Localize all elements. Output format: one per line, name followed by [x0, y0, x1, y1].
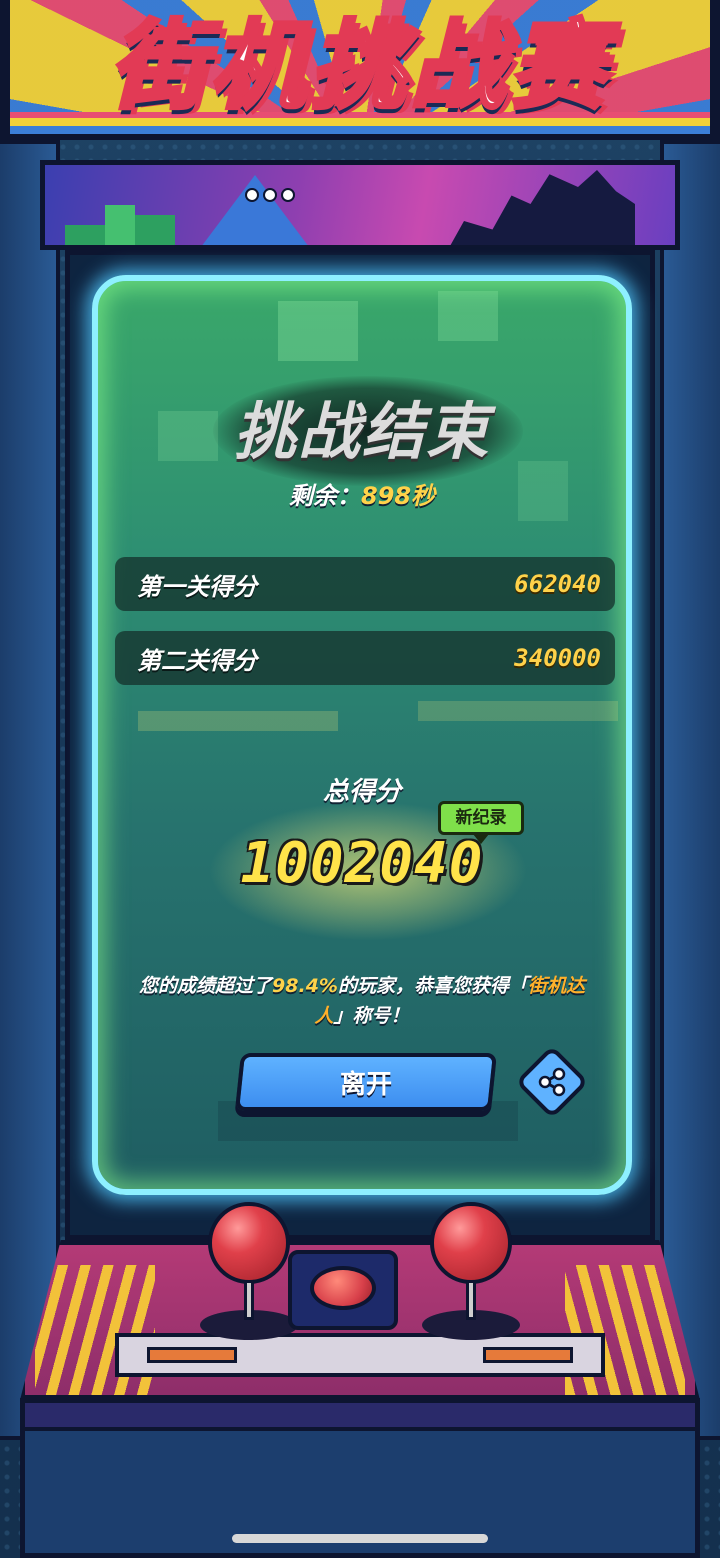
cabinet-art-band [40, 160, 680, 250]
stage-1-value: 662040 [514, 570, 601, 598]
new-record-badge: 新纪录 [438, 801, 524, 844]
arcade-button-cap [310, 1266, 376, 1310]
remaining-label: 剩余： [288, 482, 361, 510]
stage-2-value: 340000 [514, 644, 601, 672]
stage-1-label: 第一关得分 [137, 572, 257, 601]
home-indicator[interactable] [232, 1534, 488, 1543]
congrats-message: 您的成绩超过了98.4%的玩家，恭喜您获得「街机达人」称号！ [128, 971, 596, 1031]
result-title: 挑战结束 [233, 395, 490, 468]
cabinet-side-left [0, 140, 60, 1440]
remaining-value: 898秒 [360, 482, 436, 510]
leave-button-label: 离开 [339, 1069, 392, 1100]
stage-1-score-row: 第一关得分 662040 [115, 557, 615, 611]
arcade-cabinet: 挑战结束 剩余：898秒 第一关得分 662040 第二关得分 340000 总… [0, 140, 720, 1558]
arcade-button [288, 1250, 398, 1330]
panel-strip [115, 1333, 605, 1377]
congrats-suffix: 」称号！ [333, 1005, 410, 1027]
game-screen: 挑战结束 剩余：898秒 第一关得分 662040 第二关得分 340000 总… [92, 275, 632, 1195]
cabinet-lip [25, 1403, 695, 1431]
congrats-prefix: 您的成绩超过了 [139, 975, 273, 997]
right-joystick [422, 1202, 520, 1340]
pixel-art [65, 205, 205, 245]
left-joystick [200, 1202, 298, 1340]
congrats-middle: 的玩家，恭喜您获得「 [337, 975, 528, 997]
stage-2-label: 第二关得分 [137, 646, 257, 675]
marquee-frame [0, 0, 720, 134]
remaining-time: 剩余：898秒 [98, 476, 626, 511]
leave-button[interactable]: 离开 [234, 1053, 498, 1111]
stage-2-score-row: 第二关得分 340000 [115, 631, 615, 685]
dots-art [245, 187, 299, 206]
total-score-value: 1002040 [240, 831, 484, 896]
cabinet-side-right [660, 140, 720, 1440]
congrats-percent: 98.4% [272, 975, 338, 997]
share-icon [538, 1067, 566, 1097]
marquee: 街机挑战赛 [0, 0, 720, 140]
monster-silhouette [445, 170, 635, 245]
